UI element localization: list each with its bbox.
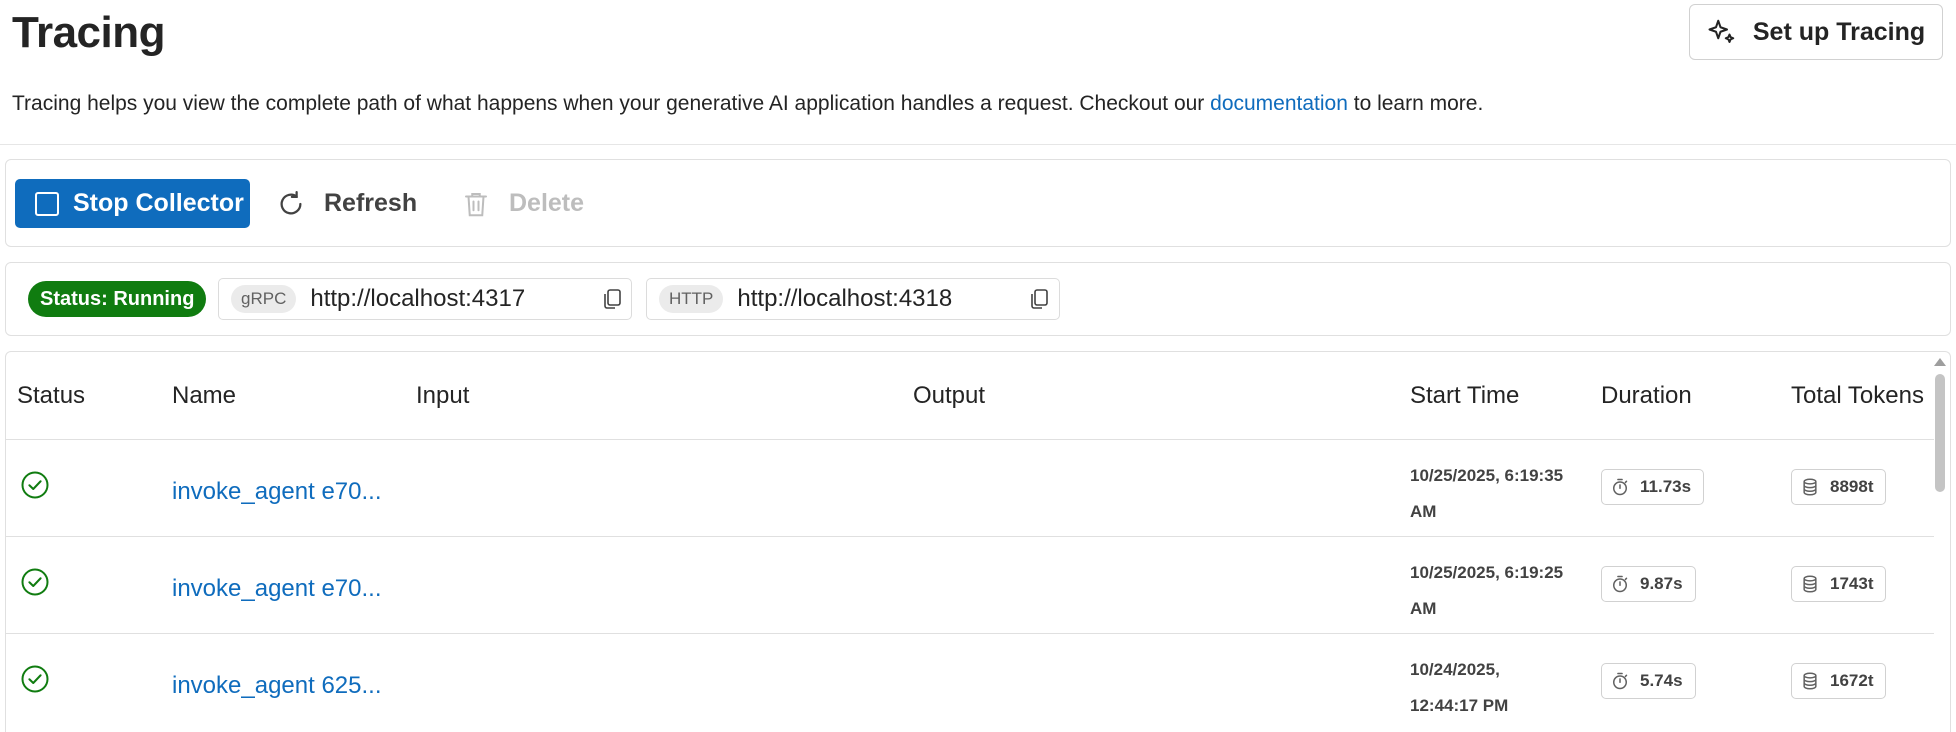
traces-table: Status Name Input Output Start Time Dura…: [5, 351, 1951, 732]
copy-icon[interactable]: [1027, 287, 1051, 311]
duration-chip: 11.73s: [1601, 469, 1705, 505]
delete-label: Delete: [509, 189, 585, 217]
column-header-input[interactable]: Input: [416, 382, 469, 410]
tokens-chip: 1743t: [1791, 566, 1887, 602]
status-badge: Status: Running: [28, 281, 207, 317]
documentation-link[interactable]: documentation: [1210, 92, 1348, 115]
grpc-protocol-tag: gRPC: [231, 285, 297, 313]
http-url: http://localhost:4318: [737, 285, 953, 312]
scroll-up-arrow[interactable]: [1934, 358, 1946, 366]
refresh-button[interactable]: Refresh: [276, 179, 417, 228]
grpc-endpoint: gRPC http://localhost:4317: [218, 278, 632, 320]
check-circle-icon: [21, 665, 49, 693]
header-divider: [0, 144, 1956, 145]
trace-start-time: 10/24/2025, 12:44:17 PM: [1410, 660, 1509, 715]
grpc-url: http://localhost:4317: [310, 285, 526, 312]
table-row[interactable]: invoke_agent e70... 10/25/2025, 6:19:25 …: [6, 536, 1934, 633]
trace-name-link[interactable]: invoke_agent e70...: [172, 575, 382, 603]
check-circle-icon: [21, 471, 49, 499]
http-protocol-tag: HTTP: [659, 285, 724, 313]
tokens-value: 1672t: [1830, 671, 1874, 690]
duration-value: 9.87s: [1640, 574, 1683, 593]
column-header-total-tokens[interactable]: Total Tokens: [1791, 382, 1924, 410]
trace-name-link[interactable]: invoke_agent 625...: [172, 672, 382, 700]
duration-value: 11.73s: [1640, 477, 1692, 496]
trace-start-time: 10/25/2025, 6:19:35 AM: [1410, 466, 1564, 521]
check-circle-icon: [21, 568, 49, 596]
refresh-label: Refresh: [324, 189, 418, 217]
set-up-tracing-label: Set up Tracing: [1752, 17, 1926, 46]
trace-name-link[interactable]: invoke_agent e70...: [172, 478, 382, 506]
column-header-start-time[interactable]: Start Time: [1410, 382, 1519, 410]
delete-button[interactable]: Delete: [461, 179, 584, 228]
duration-chip: 5.74s: [1601, 663, 1696, 699]
column-header-duration[interactable]: Duration: [1601, 382, 1692, 410]
database-icon: [1803, 672, 1817, 690]
sparkle-icon: [1708, 19, 1735, 43]
table-row[interactable]: invoke_agent 625... 10/24/2025, 12:44:17…: [6, 633, 1934, 730]
database-icon: [1803, 478, 1817, 496]
table-scrollbar[interactable]: [1935, 374, 1945, 492]
database-icon: [1803, 575, 1817, 593]
description-suffix: to learn more.: [1347, 92, 1484, 115]
column-header-output[interactable]: Output: [913, 382, 985, 410]
stop-square-icon: [35, 191, 59, 216]
duration-value: 5.74s: [1640, 671, 1683, 690]
table-row[interactable]: invoke_agent e70... 10/25/2025, 6:19:35 …: [6, 439, 1934, 536]
column-header-name[interactable]: Name: [172, 382, 236, 410]
timer-icon: [1613, 672, 1628, 690]
collector-toolbar: Stop Collector Refresh Delete: [5, 159, 1951, 247]
timer-icon: [1613, 478, 1628, 496]
duration-chip: 9.87s: [1601, 566, 1696, 602]
page-description: Tracing helps you view the complete path…: [12, 92, 1483, 116]
http-endpoint: HTTP http://localhost:4318: [646, 278, 1060, 320]
refresh-icon: [280, 190, 302, 214]
trash-icon: [465, 192, 487, 216]
stop-collector-label: Stop Collector: [73, 189, 244, 217]
tokens-value: 1743t: [1830, 574, 1874, 593]
trace-start-time: 10/25/2025, 6:19:25 AM: [1410, 563, 1564, 618]
page-title: Tracing: [12, 8, 166, 57]
description-prefix: Tracing helps you view the complete path…: [12, 92, 1211, 115]
tokens-chip: 1672t: [1791, 663, 1887, 699]
stop-collector-button[interactable]: Stop Collector: [15, 179, 250, 228]
tokens-value: 8898t: [1830, 477, 1874, 496]
timer-icon: [1613, 575, 1628, 593]
column-header-status[interactable]: Status: [17, 382, 85, 410]
set-up-tracing-button[interactable]: Set up Tracing: [1689, 4, 1943, 60]
tokens-chip: 8898t: [1791, 469, 1887, 505]
copy-icon[interactable]: [600, 287, 624, 311]
collector-status-panel: Status: Running gRPC http://localhost:43…: [5, 262, 1951, 336]
